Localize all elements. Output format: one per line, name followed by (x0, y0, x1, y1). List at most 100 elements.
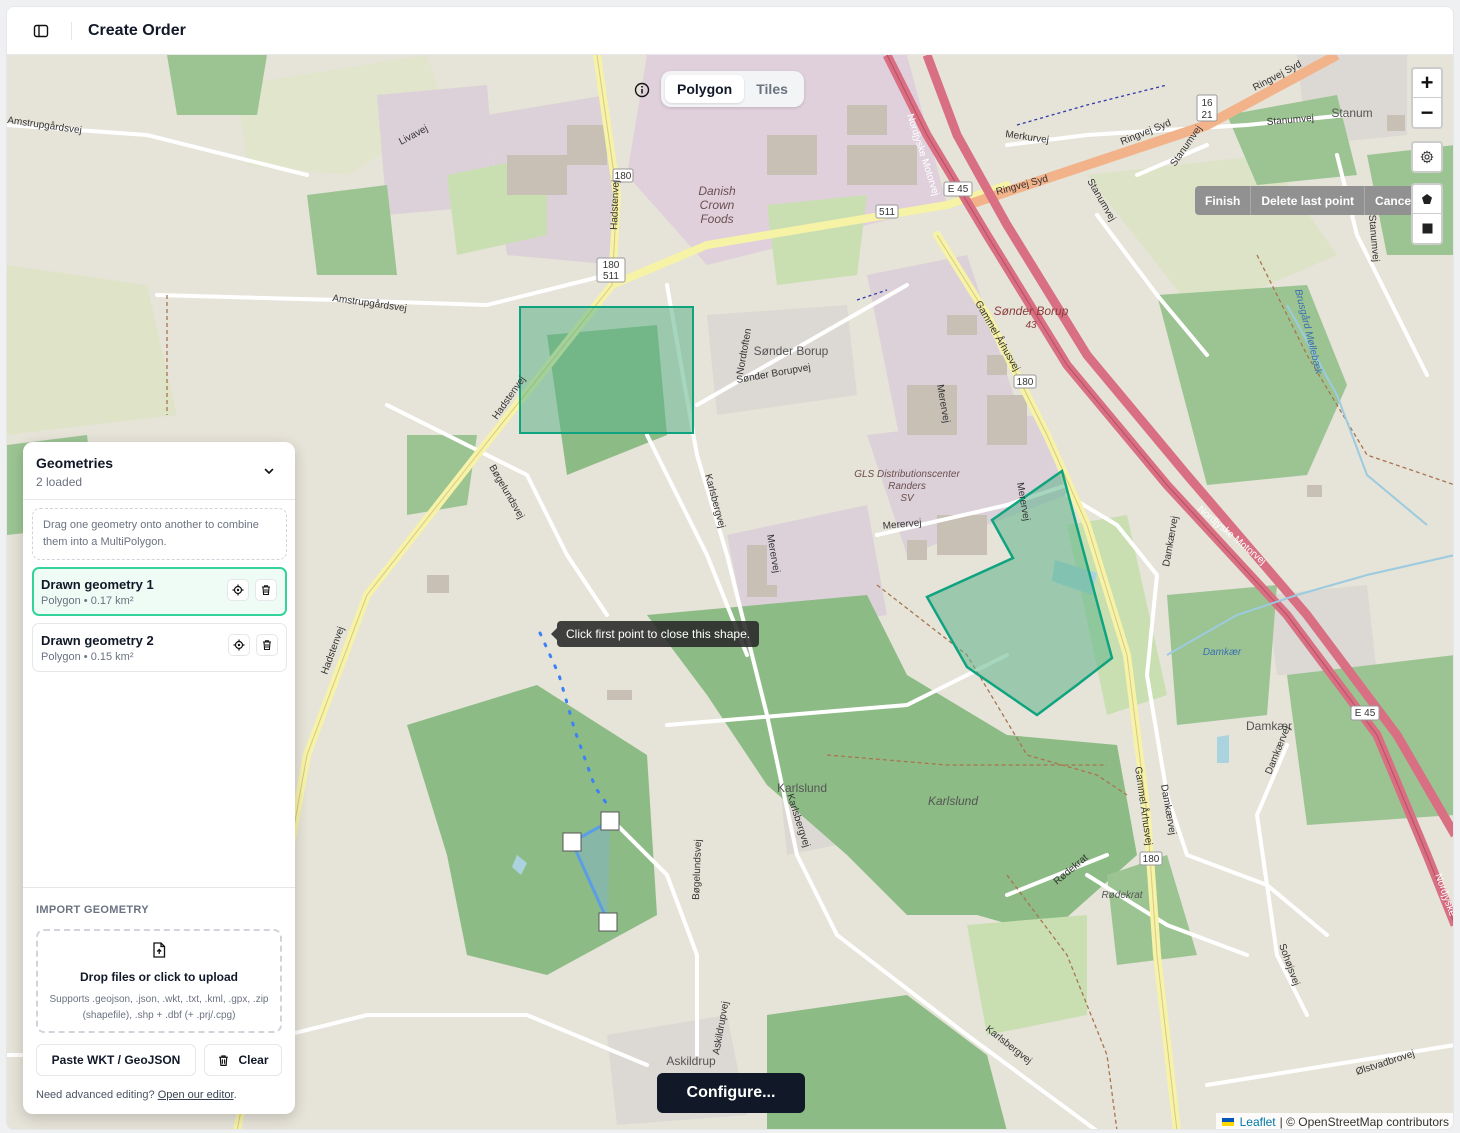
map-label: 43 (1025, 320, 1037, 331)
sidebar-icon (33, 24, 49, 37)
svg-text:E 45: E 45 (1355, 708, 1376, 719)
map-label: Foods (700, 212, 733, 226)
import-title: IMPORT GEOMETRY (36, 904, 149, 916)
svg-text:511: 511 (879, 207, 895, 218)
zoom-out-button[interactable]: − (1413, 98, 1441, 127)
osm-attribution: | © OpenStreetMap contributors (1279, 1115, 1449, 1129)
drawn-geometry-1-shape[interactable] (519, 306, 694, 434)
ukraine-flag-icon (1221, 1118, 1234, 1126)
finish-button[interactable]: Finish (1195, 186, 1252, 215)
route-shield: 511 (875, 204, 899, 219)
tab-tiles[interactable]: Tiles (744, 75, 800, 103)
polygon-icon (1422, 194, 1432, 204)
map-label: Danish (698, 184, 736, 198)
svg-text:21: 21 (1201, 110, 1213, 121)
delete-last-point-button[interactable]: Delete last point (1251, 186, 1366, 215)
route-shield: E 45 (943, 181, 973, 197)
draw-polygon-button[interactable] (1413, 185, 1441, 214)
map-label: SV (900, 493, 915, 504)
info-button[interactable] (631, 79, 653, 101)
editor-note: Need advanced editing? Open our editor. (36, 1089, 282, 1101)
gear-icon (1420, 150, 1434, 164)
clear-button[interactable]: Clear (204, 1044, 282, 1076)
map-view[interactable]: 180 511 180 180 180 511 E 45 E 45 16 21 Da… (7, 55, 1453, 1129)
header-divider (71, 21, 72, 40)
crosshair-icon (232, 584, 244, 596)
map-label: Sønder Borup (754, 344, 829, 358)
map-label: GLS Distributionscenter (854, 469, 960, 480)
panel-header: Geometries 2 loaded (23, 442, 295, 500)
svg-text:511: 511 (603, 271, 619, 282)
dropzone-formats: Supports .geojson, .json, .wkt, .txt, .k… (49, 994, 269, 1021)
page-title: Create Order (88, 21, 186, 39)
draw-tools (1411, 183, 1443, 245)
editor-note-suffix: . (233, 1089, 237, 1101)
map-label: Crown (700, 198, 735, 212)
map-label: Askildrup (666, 1054, 716, 1068)
map-label: Karlslund (928, 794, 978, 808)
geometry-item[interactable]: Drawn geometry 1 Polygon • 0.17 km² (32, 567, 287, 616)
app-window: Create Order 180 511 180 180 180 511 E 4… (6, 6, 1454, 1130)
locate-geometry-button[interactable] (228, 634, 250, 656)
map-settings-button[interactable] (1411, 141, 1443, 173)
svg-text:180: 180 (1017, 377, 1034, 388)
open-editor-link[interactable]: Open our editor (158, 1089, 234, 1101)
clear-button-label: Clear (238, 1053, 269, 1067)
route-shield: 180511 (596, 257, 626, 283)
draw-actions-toolbar: Finish Delete last point Cancel (1195, 186, 1425, 215)
crosshair-icon (233, 639, 245, 651)
draw-tooltip: Click first point to close this shape. (550, 621, 760, 647)
trash-icon (262, 585, 270, 596)
panel-title: Geometries (36, 455, 114, 471)
trash-icon (219, 1054, 229, 1066)
route-shield: 180 (1139, 851, 1163, 866)
delete-geometry-button[interactable] (256, 634, 278, 656)
geometries-panel: Geometries 2 loaded Drag one geometry on… (23, 442, 295, 1114)
info-icon (634, 82, 650, 98)
drawing-vertex[interactable] (598, 912, 618, 932)
paste-button-label: Paste WKT / GeoJSON (51, 1053, 181, 1067)
road-label: Bøgelundsvej (691, 839, 704, 900)
file-upload-icon (153, 942, 166, 958)
mode-switch: Polygon Tiles (661, 71, 804, 107)
route-shield: 180 (1013, 374, 1037, 389)
map-label: Karlslund (777, 781, 827, 795)
tab-polygon[interactable]: Polygon (665, 75, 745, 103)
map-attribution: Leaflet | © OpenStreetMap contributors (1215, 1113, 1453, 1129)
svg-text:180: 180 (1143, 854, 1160, 865)
import-section: IMPORT GEOMETRY Drop files or click to u… (23, 887, 295, 1101)
route-shield: E 45 (1350, 705, 1380, 721)
chevron-down-icon (264, 468, 274, 474)
road-label: Hadstenvej (609, 180, 622, 230)
svg-text:180: 180 (603, 260, 620, 271)
collapse-panel-button[interactable] (259, 461, 279, 481)
top-bar: Create Order (7, 7, 1453, 55)
rectangle-icon (1422, 223, 1432, 234)
svg-text:E 45: E 45 (948, 184, 969, 195)
geometry-item[interactable]: Drawn geometry 2 Polygon • 0.15 km² (32, 623, 287, 672)
paste-wkt-geojson-button[interactable]: Paste WKT / GeoJSON (36, 1044, 196, 1076)
file-dropzone[interactable]: Drop files or click to upload Supports .… (36, 929, 282, 1033)
map-label: Randers (888, 481, 926, 492)
drawing-vertex[interactable] (562, 832, 582, 852)
geometries-count: 2 loaded (36, 475, 83, 489)
map-label: Rødekrat (1101, 890, 1143, 901)
delete-geometry-button[interactable] (255, 579, 277, 601)
map-label: Stanum (1331, 106, 1372, 120)
editor-note-prefix: Need advanced editing? (36, 1089, 155, 1101)
zoom-in-button[interactable]: + (1413, 69, 1441, 98)
zoom-control: + − (1411, 67, 1443, 129)
map-label: Sønder Borup (994, 304, 1069, 318)
sidebar-toggle-button[interactable] (27, 17, 55, 45)
combine-hint: Drag one geometry onto another to combin… (32, 508, 287, 560)
svg-text:16: 16 (1201, 98, 1213, 109)
dropzone-title: Drop files or click to upload (79, 970, 239, 984)
trash-icon (263, 640, 271, 651)
drawing-vertex[interactable] (600, 811, 620, 831)
locate-geometry-button[interactable] (227, 579, 249, 601)
draw-rectangle-button[interactable] (1413, 214, 1441, 243)
route-shield: 1621 (1196, 94, 1218, 122)
configure-button[interactable]: Configure... (657, 1073, 805, 1113)
leaflet-link[interactable]: Leaflet (1240, 1115, 1276, 1129)
map-label: Damkær (1203, 647, 1242, 658)
